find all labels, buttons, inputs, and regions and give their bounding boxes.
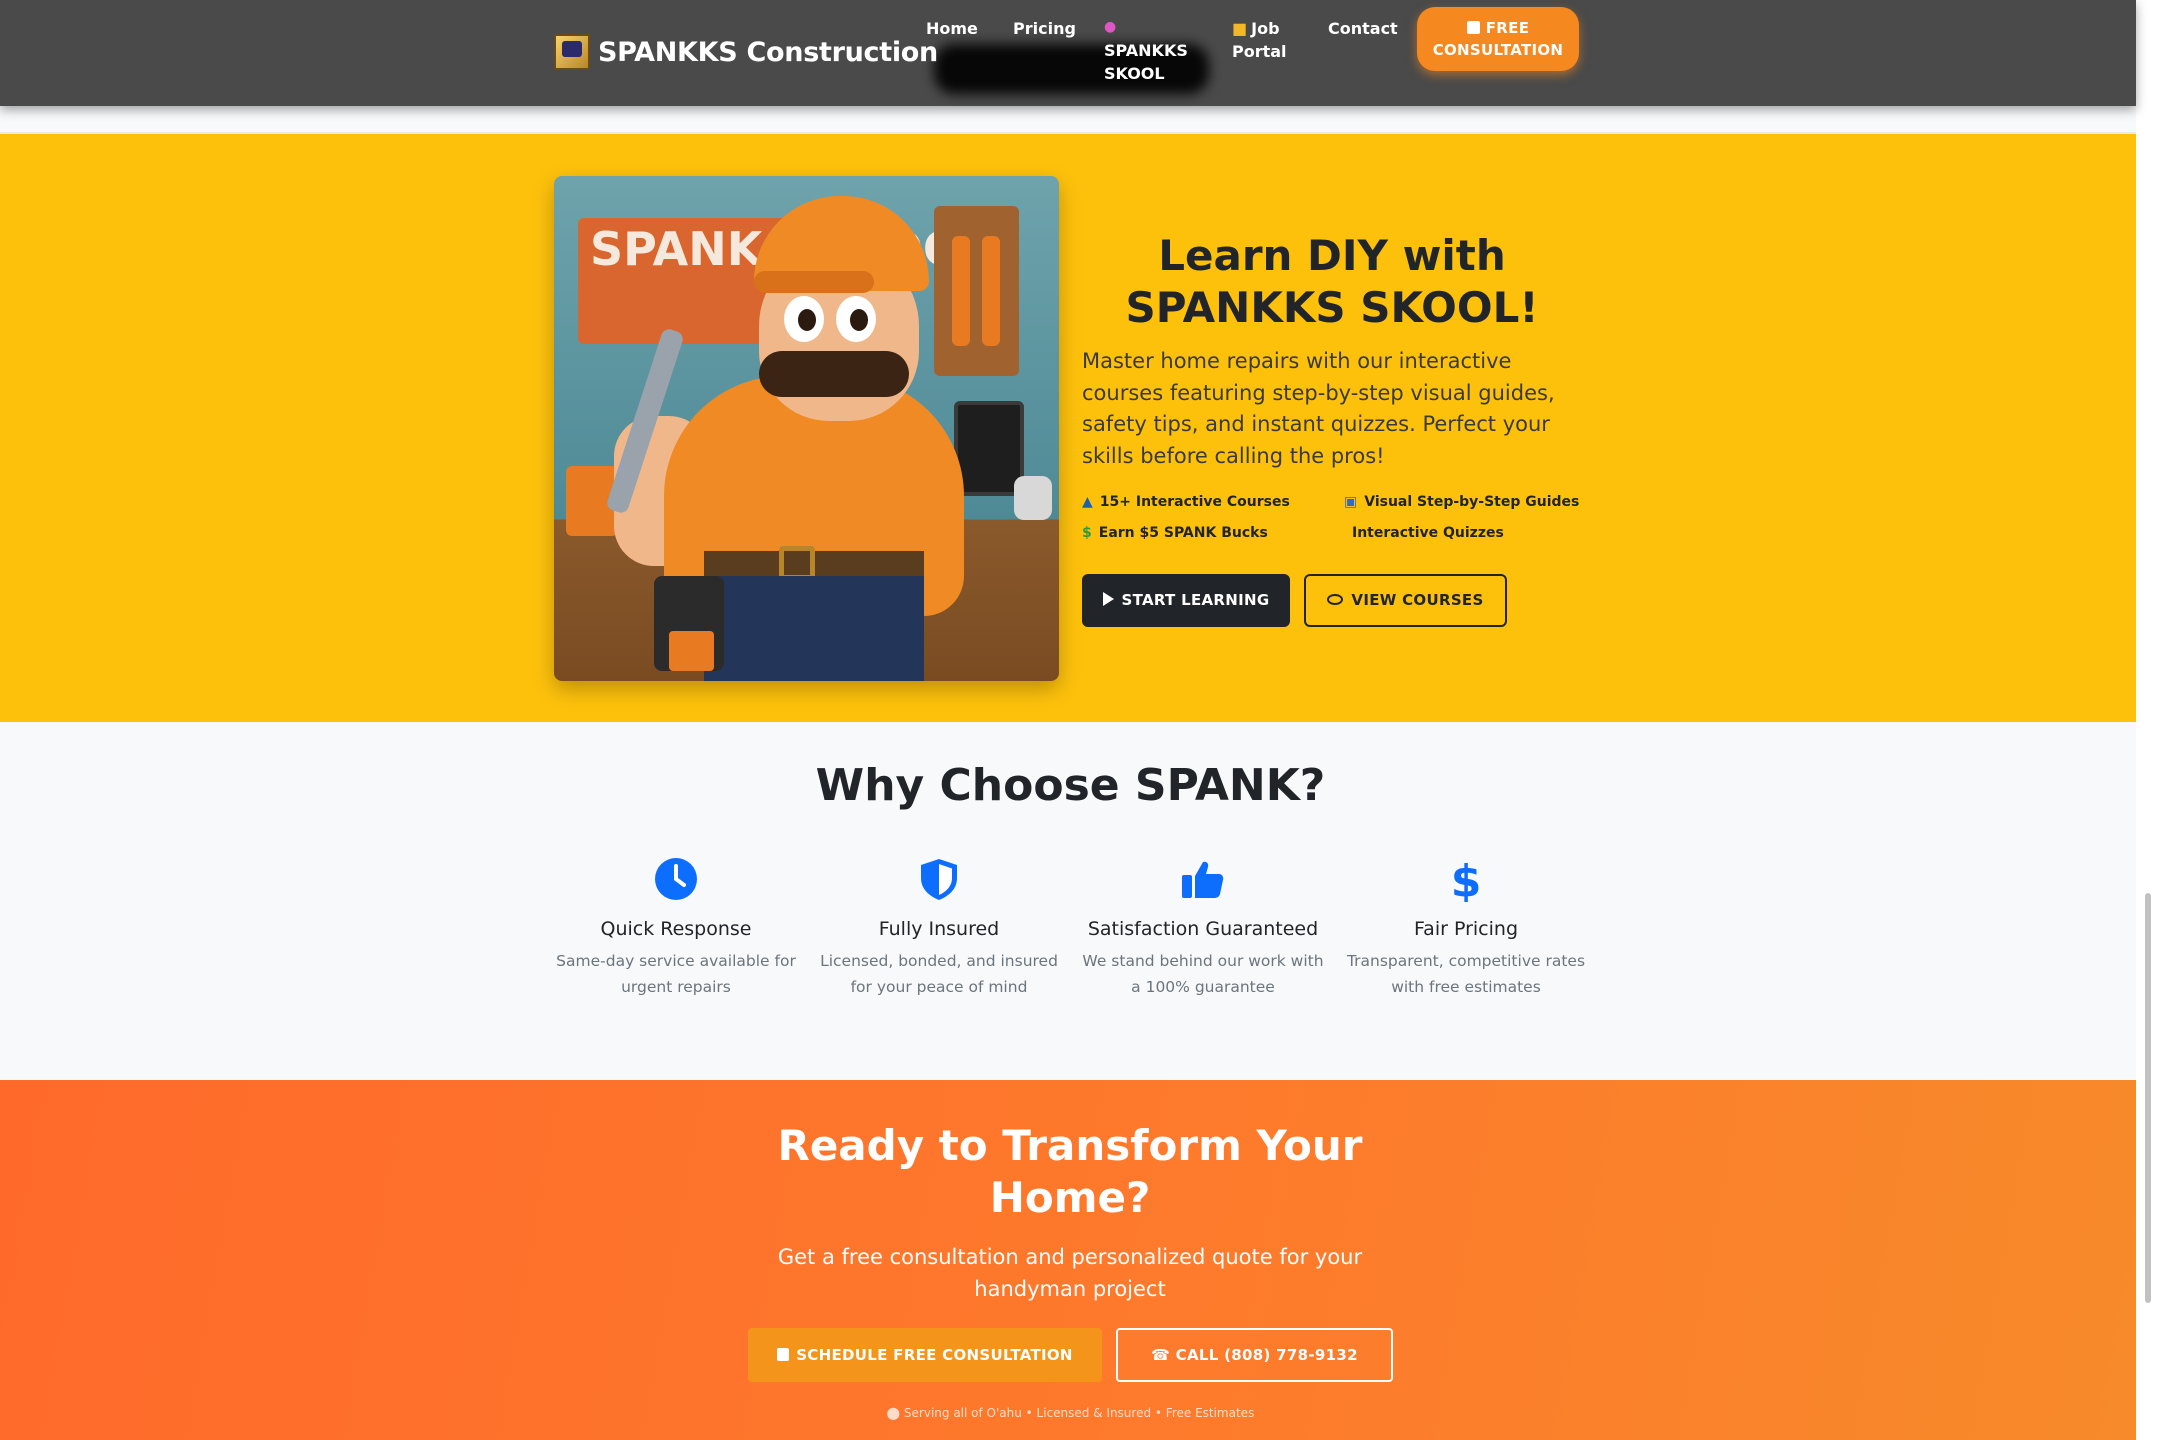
hero-title: Learn DIY with SPANKKS SKOOL! bbox=[1125, 231, 1539, 332]
feature-label: Earn $5 SPANK Bucks bbox=[1098, 525, 1268, 541]
eye-icon bbox=[1327, 594, 1344, 605]
nav-home-link[interactable]: Home bbox=[926, 17, 978, 40]
card-description: We stand behind our work with a 100% gua… bbox=[1082, 952, 1324, 996]
start-learning-label: START LEARNING bbox=[1121, 591, 1270, 609]
view-courses-button[interactable]: VIEW COURSES bbox=[1304, 574, 1507, 627]
feature-card-fair-pricing: $ Fair Pricing Transparent, competitive … bbox=[1341, 856, 1591, 1000]
phone-icon: ☎ bbox=[1151, 1346, 1176, 1364]
schedule-consultation-button[interactable]: SCHEDULE FREE CONSULTATION bbox=[748, 1328, 1102, 1382]
shield-icon bbox=[921, 859, 957, 900]
nav-spacer bbox=[0, 106, 2136, 134]
dollar-icon: $ bbox=[1451, 856, 1482, 902]
start-learning-button[interactable]: START LEARNING bbox=[1082, 574, 1290, 627]
tool-board bbox=[934, 206, 1019, 376]
brand-link[interactable]: SPANKKS Construction bbox=[554, 34, 938, 70]
calendar-icon bbox=[777, 1348, 790, 1361]
free-consultation-label: FREE CONSULTATION bbox=[1432, 19, 1564, 59]
card-description: Same-day service available for urgent re… bbox=[556, 952, 796, 996]
feature-spank-bucks: $ Earn $5 SPANK Bucks bbox=[1082, 525, 1268, 541]
map-pin-icon: ⬤ bbox=[886, 1406, 904, 1420]
dollar-icon: $ bbox=[1082, 525, 1092, 541]
svg-text:$: $ bbox=[1451, 856, 1482, 902]
feature-card-fully-insured: Fully Insured Licensed, bonded, and insu… bbox=[814, 856, 1064, 1000]
nav-contact-link[interactable]: Contact bbox=[1328, 17, 1398, 40]
skool-hero-section: SPANK SCHOOL Learn DIY with SPANKKS SKOO… bbox=[0, 134, 2136, 722]
brand-name: SPANKKS Construction bbox=[598, 36, 938, 68]
call-phone-button[interactable]: ☎ CALL (808) 778-9132 bbox=[1116, 1328, 1393, 1382]
card-description: Licensed, bonded, and insured for your p… bbox=[820, 952, 1058, 996]
footnote-text: Serving all of O'ahu • Licensed & Insure… bbox=[903, 1406, 1255, 1420]
nav-pricing-link[interactable]: Pricing bbox=[1013, 17, 1076, 40]
feature-label: Interactive Quizzes bbox=[1352, 525, 1504, 541]
hero-description: Master home repairs with our interactive… bbox=[1082, 349, 1555, 468]
view-courses-label: VIEW COURSES bbox=[1351, 591, 1484, 609]
calendar-icon bbox=[1466, 21, 1480, 34]
card-title: Fair Pricing bbox=[1414, 918, 1518, 940]
drill-battery bbox=[669, 631, 714, 671]
feature-card-satisfaction: Satisfaction Guaranteed We stand behind … bbox=[1078, 856, 1328, 1000]
brand-logo-icon bbox=[554, 34, 590, 70]
nav-skool-link[interactable]: ● SPANKKS SKOOL bbox=[1104, 16, 1188, 85]
scrollbar-thumb[interactable] bbox=[2145, 893, 2151, 1303]
cta-title: Ready to Transform Your Home? bbox=[777, 1121, 1363, 1222]
thumbs-up-icon bbox=[1182, 861, 1224, 898]
nav-job-portal-link[interactable]: ■ Job Portal bbox=[1232, 17, 1312, 63]
clock-icon bbox=[655, 858, 697, 900]
screwdriver-icon bbox=[982, 236, 1000, 346]
skool-mascot-image: SPANK SCHOOL bbox=[554, 176, 1059, 681]
tablet-icon bbox=[954, 401, 1024, 496]
feature-label: 15+ Interactive Courses bbox=[1099, 494, 1290, 510]
nav-skool-label: SPANKKS SKOOL bbox=[1104, 41, 1188, 83]
schedule-label: SCHEDULE FREE CONSULTATION bbox=[796, 1346, 1073, 1364]
card-description: Transparent, competitive rates with free… bbox=[1346, 952, 1586, 996]
card-title: Quick Response bbox=[600, 918, 752, 940]
feature-guides: ▣ Visual Step-by-Step Guides bbox=[1344, 494, 1579, 510]
mascot-pants bbox=[704, 576, 924, 681]
mascot-mustache bbox=[759, 351, 909, 397]
feature-label: Visual Step-by-Step Guides bbox=[1364, 494, 1580, 510]
cta-section: Ready to Transform Your Home? Get a free… bbox=[0, 1080, 2136, 1440]
why-title: Why Choose SPANK? bbox=[815, 760, 1326, 811]
page-scrollbar[interactable] bbox=[2136, 0, 2160, 1440]
card-title: Satisfaction Guaranteed bbox=[1087, 918, 1319, 940]
briefcase-icon: ■ bbox=[1232, 19, 1248, 38]
card-title: Fully Insured bbox=[878, 918, 1000, 940]
feature-courses: ▲ 15+ Interactive Courses bbox=[1082, 494, 1290, 510]
mascot-cap-brim bbox=[754, 271, 874, 293]
feature-quizzes: Interactive Quizzes bbox=[1352, 525, 1504, 541]
mascot-pupil bbox=[850, 309, 868, 331]
smart-speaker-icon bbox=[1014, 476, 1052, 520]
cta-footnote: ⬤ Serving all of O'ahu • Licensed & Insu… bbox=[0, 1406, 2141, 1420]
mascot-pupil bbox=[798, 309, 816, 331]
call-label: CALL (808) 778-9132 bbox=[1175, 1346, 1358, 1364]
belt-buckle bbox=[779, 546, 815, 580]
feature-card-quick-response: Quick Response Same-day service availabl… bbox=[551, 856, 801, 1000]
graduation-cap-icon: ▲ bbox=[1082, 494, 1093, 510]
free-consultation-button[interactable]: FREE CONSULTATION bbox=[1417, 7, 1579, 71]
brain-icon: ● bbox=[1104, 19, 1117, 35]
images-icon: ▣ bbox=[1344, 494, 1358, 510]
navbar: SPANKKS Construction Home Pricing ● SPAN… bbox=[0, 0, 2136, 106]
cta-subtitle: Get a free consultation and personalized… bbox=[777, 1245, 1363, 1301]
screwdriver-icon bbox=[952, 236, 970, 346]
why-choose-section: Why Choose SPANK? Quick Response Same-da… bbox=[0, 722, 2136, 1080]
play-icon bbox=[1102, 592, 1114, 606]
